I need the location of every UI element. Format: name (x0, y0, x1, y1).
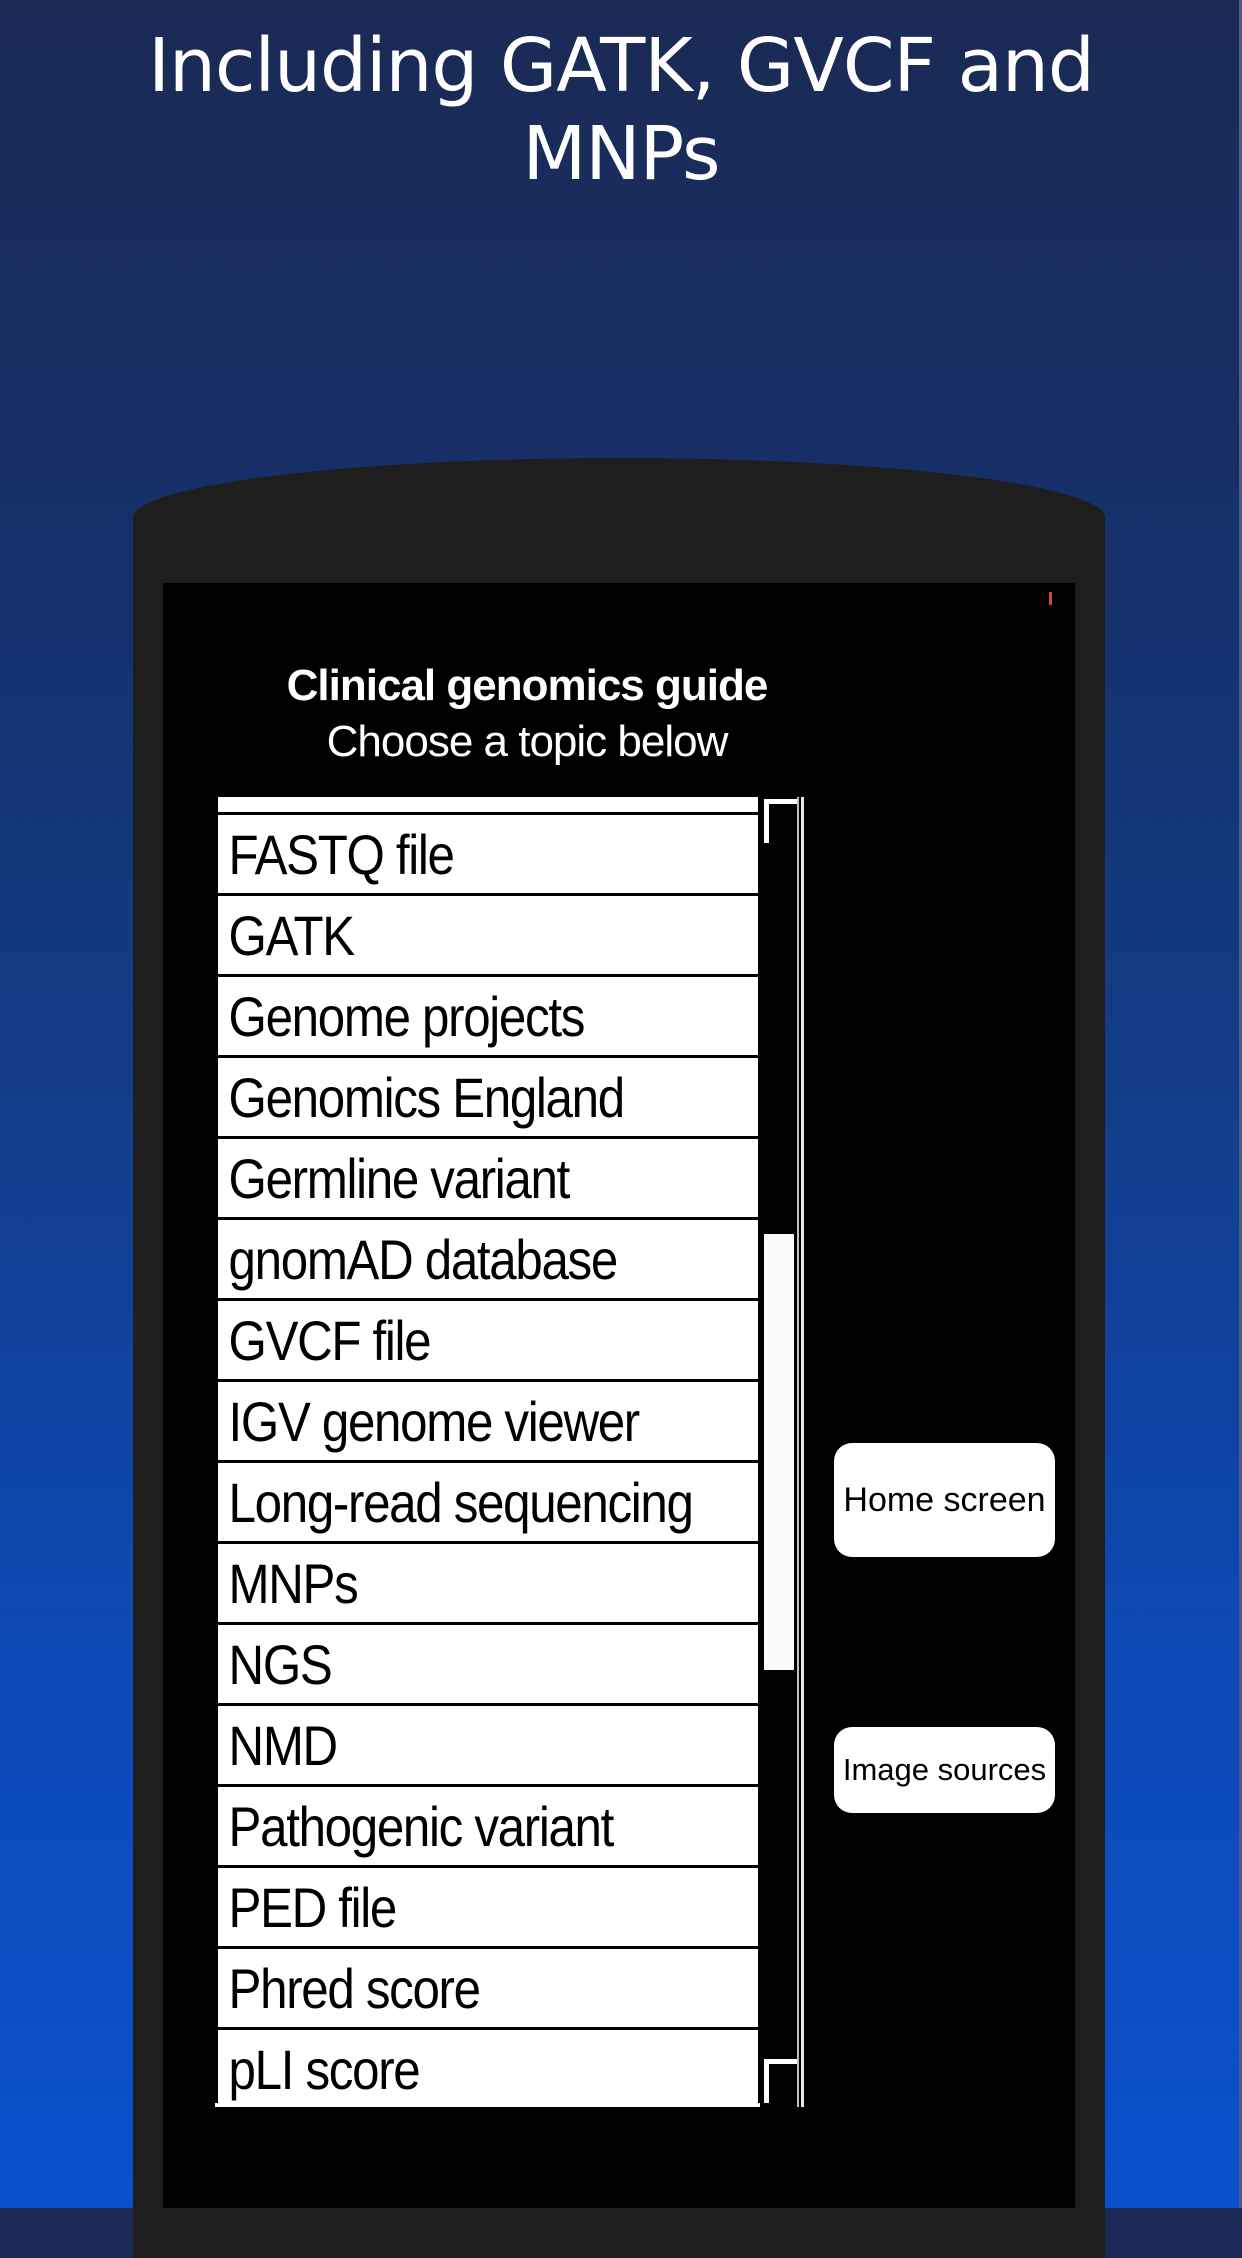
topic-list-border (215, 2103, 763, 2107)
topic-list-item-label: NGS (228, 1632, 333, 1696)
app-subtitle: Choose a topic below (326, 717, 729, 766)
status-indicator (1049, 592, 1052, 605)
topic-list-item[interactable]: NMD (218, 1706, 758, 1784)
topic-list-item[interactable]: Germline variant (218, 1139, 758, 1217)
promo-headline: Including GATK, GVCF and MNPs (0, 22, 1242, 198)
topic-list-item-label: NMD (228, 1713, 339, 1777)
scroll-track-edge (801, 797, 804, 2107)
topic-list-item-label: PED file (228, 1875, 398, 1939)
topic-list-item[interactable]: GATK (218, 896, 758, 974)
topic-list-item-label: IGV genome viewer (228, 1389, 641, 1453)
topic-list-item[interactable]: Genomics England (218, 1058, 758, 1136)
topic-list-item[interactable]: Pathogenic variant (218, 1787, 758, 1865)
topic-list-item-label: pLI score (228, 2037, 421, 2101)
topic-list-item[interactable]: PED file (218, 1868, 758, 1946)
topic-list-item[interactable]: pLI score (218, 2030, 758, 2103)
topic-list[interactable]: FASTQ file GATK Genome projects Genomics En… (218, 797, 758, 2103)
promo-headline-line-2: MNPs (522, 111, 720, 197)
topic-list-item[interactable]: FASTQ file (218, 815, 758, 893)
promo-headline-line-1: Including GATK, GVCF and (148, 23, 1095, 109)
topic-list-item[interactable]: GVCF file (218, 1301, 758, 1379)
topic-list-item-label: GVCF file (228, 1308, 432, 1372)
scroll-thumb[interactable] (764, 1234, 797, 1670)
scroll-up-arrow-icon[interactable] (764, 799, 797, 843)
phone-screen: Clinical genomics guide Choose a topic b… (163, 583, 1075, 2208)
scroll-down-arrow-icon[interactable] (764, 2059, 797, 2103)
topic-list-item-label: Genome projects (228, 984, 586, 1048)
topic-list-item-label: GATK (228, 903, 356, 967)
topic-list-item[interactable]: Long-read sequencing (218, 1463, 758, 1541)
topic-list-item-label: FASTQ file (228, 822, 455, 886)
topic-list-item[interactable]: gnomAD database (218, 1220, 758, 1298)
scroll-track-line (797, 797, 799, 2107)
topic-list-item-label: Genomics England (228, 1065, 626, 1129)
topic-list-item-label: Pathogenic variant (228, 1794, 615, 1858)
topic-list-item-label: MNPs (228, 1551, 359, 1615)
topic-list-scrollbar[interactable] (760, 797, 806, 2107)
topic-list-item[interactable]: NGS (218, 1625, 758, 1703)
topic-list-item[interactable]: Genome projects (218, 977, 758, 1055)
topic-list-item[interactable]: IGV genome viewer (218, 1382, 758, 1460)
topic-list-item-label: Germline variant (228, 1146, 571, 1210)
app-title: Clinical genomics guide (286, 661, 769, 710)
topic-list-item[interactable] (218, 797, 758, 812)
topic-list-item-label: gnomAD database (228, 1227, 619, 1291)
image-sources-button[interactable]: Image sources (834, 1727, 1055, 1813)
topic-list-content: FASTQ file GATK Genome projects Genomics En… (218, 797, 758, 2103)
topic-list-item[interactable]: MNPs (218, 1544, 758, 1622)
topic-list-item[interactable]: Phred score (218, 1949, 758, 2027)
topic-list-item-label: Phred score (228, 1956, 482, 2020)
home-screen-button[interactable]: Home screen (834, 1443, 1055, 1557)
topic-list-item-label: Long-read sequencing (228, 1470, 694, 1534)
